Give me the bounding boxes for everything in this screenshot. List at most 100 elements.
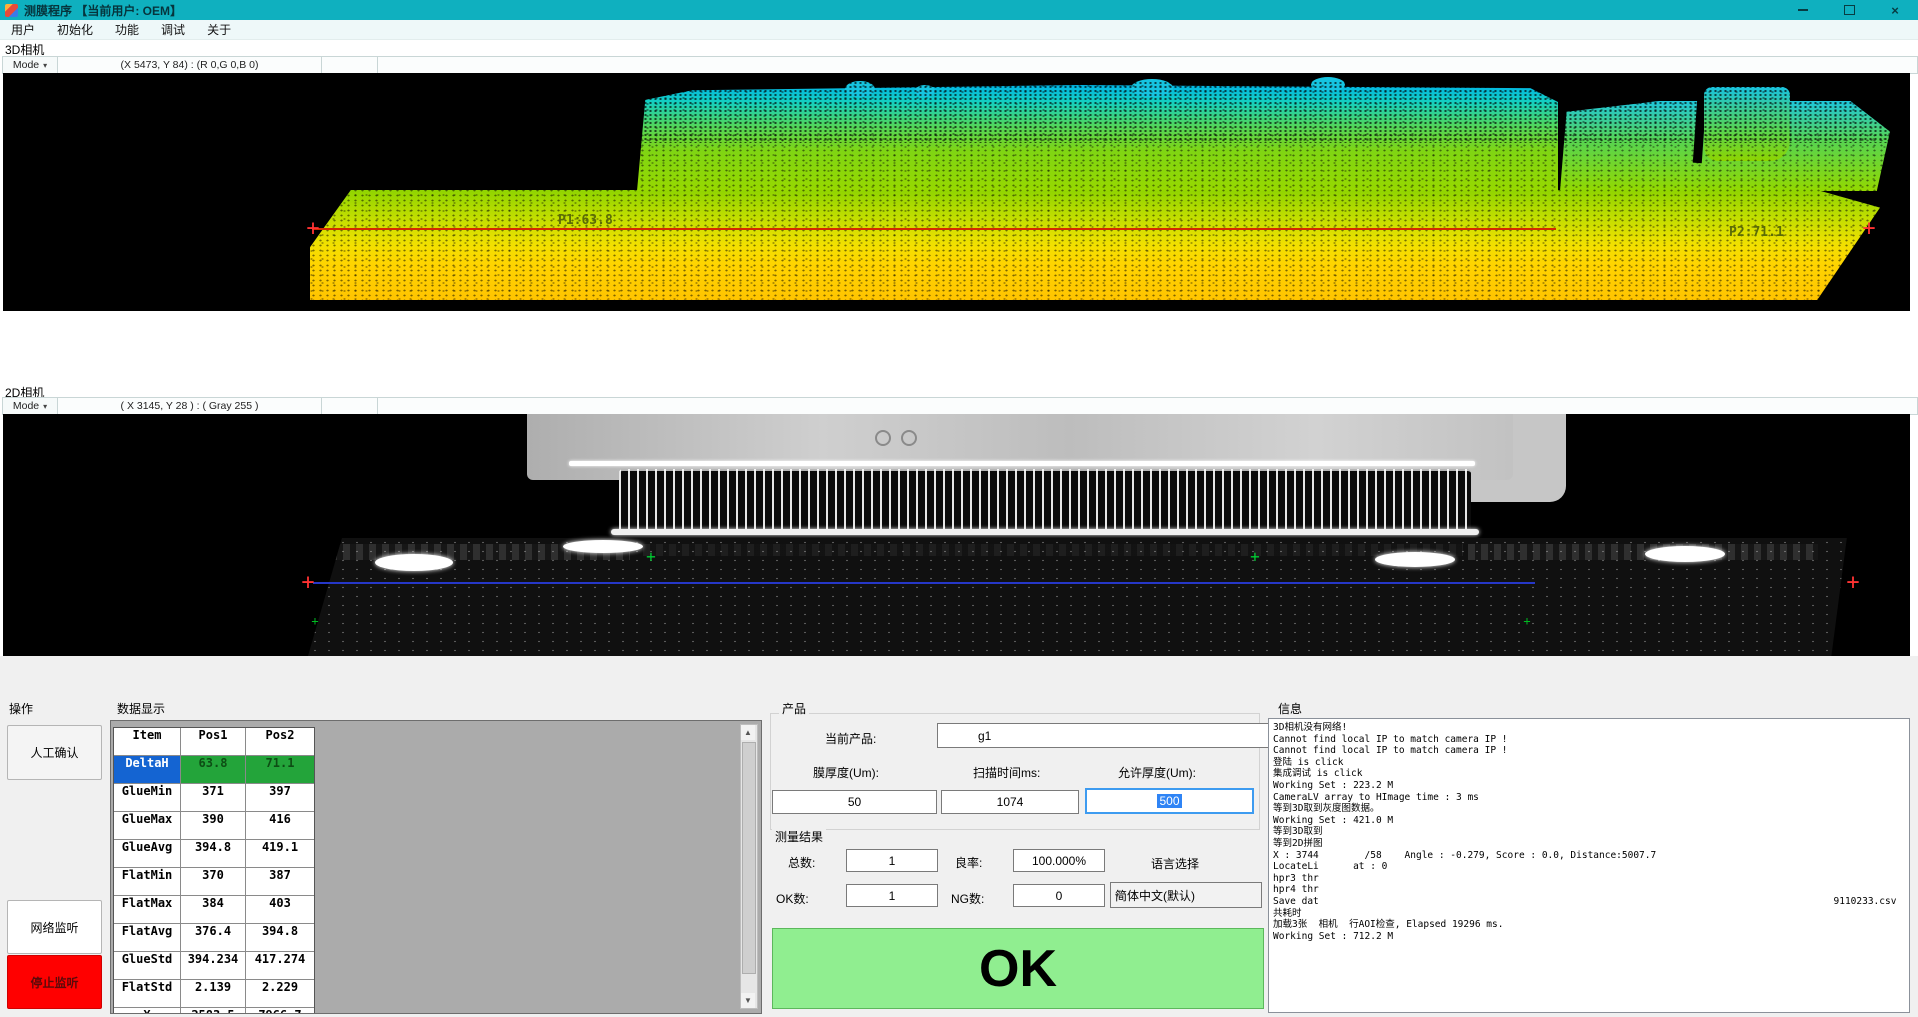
table-cell[interactable]: 403 xyxy=(246,896,314,923)
ng-count-field[interactable]: 0 xyxy=(1013,884,1105,907)
table-cell[interactable]: 370 xyxy=(181,868,245,895)
scan-time-field[interactable]: 1074 xyxy=(941,790,1079,814)
table-cell[interactable]: 371 xyxy=(181,784,245,811)
log-line: Cannot find local IP to match camera IP … xyxy=(1273,745,1905,757)
table-cell[interactable]: FlatAvg xyxy=(114,924,180,951)
camera3d-image-view[interactable]: + + P1:63.8 P2:71.1 xyxy=(3,73,1910,311)
log-line: CameraLV array to HImage time : 3 ms xyxy=(1273,792,1905,804)
table-cell[interactable]: FlatStd xyxy=(114,980,180,1007)
pcb-fiducial xyxy=(901,430,917,446)
log-line: hpr4 thr xyxy=(1273,884,1905,896)
total-field[interactable]: 1 xyxy=(846,849,938,872)
maximize-button[interactable] xyxy=(1826,0,1872,20)
table-cell[interactable]: 390 xyxy=(181,812,245,839)
scrollbar-thumb[interactable] xyxy=(742,742,756,974)
manual-confirm-label: 人工确认 xyxy=(30,744,78,761)
table-cell[interactable]: GlueMax xyxy=(114,812,180,839)
table-cell[interactable]: FlatMax xyxy=(114,896,180,923)
menu-item-user[interactable]: 用户 xyxy=(0,20,46,39)
table-cell[interactable]: 416 xyxy=(246,812,314,839)
table-cell[interactable]: 394.234 xyxy=(181,952,245,979)
camera2d-image-view[interactable]: + + + + + + xyxy=(3,414,1910,656)
measurement-line xyxy=(312,228,1556,230)
allowed-thickness-label: 允许厚度(Um): xyxy=(1118,764,1196,781)
glue-blob xyxy=(1645,546,1725,562)
table-cell[interactable]: FlatMin xyxy=(114,868,180,895)
table-cell[interactable]: X xyxy=(114,1008,180,1014)
bright-rail xyxy=(569,461,1475,466)
camera3d-status-rest xyxy=(378,57,1917,73)
yield-field[interactable]: 100.000% xyxy=(1013,849,1105,872)
camera3d-mode-dropdown[interactable]: Mode ▾ xyxy=(3,57,58,73)
window-title: 测膜程序 【当前用户: OEM】 xyxy=(24,2,182,19)
data-table: Item Pos1 Pos2 DeltaH 63.8 71.1 GlueMin … xyxy=(113,727,315,1014)
film-thickness-field[interactable]: 50 xyxy=(772,790,937,814)
menu-item-init[interactable]: 初始化 xyxy=(46,20,104,39)
info-log-area[interactable]: 3D相机没有网络! Cannot find local IP to match … xyxy=(1268,718,1910,1013)
window-titlebar: 测膜程序 【当前用户: OEM】 × xyxy=(0,0,1918,20)
table-cell[interactable]: 417.274 xyxy=(246,952,314,979)
log-line: Working Set : 421.0 M xyxy=(1273,815,1905,827)
menu-item-function[interactable]: 功能 xyxy=(104,20,150,39)
maximize-icon xyxy=(1844,5,1855,15)
scroll-down-icon[interactable]: ▼ xyxy=(741,993,755,1008)
log-line: X : 3744 /58 Angle : -0.279, Score : 0.0… xyxy=(1273,850,1905,862)
manual-confirm-button[interactable]: 人工确认 xyxy=(7,725,102,780)
result-status-text: OK xyxy=(979,939,1057,999)
camera2d-status-rest xyxy=(378,398,1917,414)
log-line: Save dat 9110233.csv xyxy=(1273,896,1905,908)
table-cell[interactable]: 419.1 xyxy=(246,840,314,867)
table-cell[interactable]: 397 xyxy=(246,784,314,811)
current-product-value: g1 xyxy=(978,729,991,743)
camera3d-pixel-status: (X 5473, Y 84) : (R 0,G 0,B 0) xyxy=(58,57,322,73)
table-cell[interactable]: 2583.5 xyxy=(181,1008,245,1014)
language-dropdown[interactable]: 简体中文(默认) ▾ xyxy=(1110,882,1262,908)
table-cell[interactable]: GlueAvg xyxy=(114,840,180,867)
noise-overlay xyxy=(308,538,1853,656)
table-cell[interactable]: GlueMin xyxy=(114,784,180,811)
ng-count-label: NG数: xyxy=(951,890,984,907)
operations-group-label: 操作 xyxy=(6,700,36,717)
table-header-pos1: Pos1 xyxy=(181,728,245,755)
table-cell[interactable]: 387 xyxy=(246,868,314,895)
menu-item-debug[interactable]: 调试 xyxy=(150,20,196,39)
camera2d-mode-label: Mode xyxy=(13,400,39,412)
table-scrollbar[interactable]: ▲ ▼ xyxy=(740,724,758,1009)
bottom-panel: 操作 人工确认 网络监听 停止监听 数据显示 Item Pos1 Pos2 De… xyxy=(0,656,1918,1017)
camera2d-mode-dropdown[interactable]: Mode ▾ xyxy=(3,398,58,414)
close-button[interactable]: × xyxy=(1872,0,1918,20)
base-slab xyxy=(308,538,1853,656)
menu-item-about[interactable]: 关于 xyxy=(196,20,242,39)
yield-value: 100.000% xyxy=(1032,854,1086,868)
log-line: hpr3 thr xyxy=(1273,873,1905,885)
yield-label: 良率: xyxy=(955,854,982,871)
current-product-field[interactable]: g1 xyxy=(937,723,1291,748)
results-group-label: 测量结果 xyxy=(772,828,826,845)
table-cell[interactable]: 2.229 xyxy=(246,980,314,1007)
table-cell[interactable]: 384 xyxy=(181,896,245,923)
window-controls: × xyxy=(1780,0,1918,20)
table-cell[interactable]: 2.139 xyxy=(181,980,245,1007)
heightmap-left-strip xyxy=(3,254,311,300)
table-cell[interactable]: 394.8 xyxy=(246,924,314,951)
table-cell[interactable]: 71.1 xyxy=(246,756,314,783)
table-cell[interactable]: GlueStd xyxy=(114,952,180,979)
table-cell[interactable]: DeltaH xyxy=(114,756,180,783)
ok-count-field[interactable]: 1 xyxy=(846,884,938,907)
table-cell[interactable]: 63.8 xyxy=(181,756,245,783)
log-line: 共耗时 xyxy=(1273,908,1905,920)
minimize-button[interactable] xyxy=(1780,0,1826,20)
network-listen-button[interactable]: 网络监听 xyxy=(7,900,102,954)
table-cell[interactable]: 394.8 xyxy=(181,840,245,867)
table-cell[interactable]: 7966.7 xyxy=(246,1008,314,1014)
table-cell[interactable]: 376.4 xyxy=(181,924,245,951)
scroll-up-icon[interactable]: ▲ xyxy=(741,725,755,740)
stop-listen-button[interactable]: 停止监听 xyxy=(7,955,102,1009)
data-display-group-label: 数据显示 xyxy=(114,700,168,717)
menubar: 用户 初始化 功能 调试 关于 xyxy=(0,20,1918,40)
allowed-thickness-field[interactable]: 500 xyxy=(1085,788,1254,814)
scan-time-value: 1074 xyxy=(997,795,1024,809)
scan-time-label: 扫描时间ms: xyxy=(973,764,1040,781)
p2-measurement-label: P2:71.1 xyxy=(1729,225,1784,240)
glue-blob xyxy=(1375,552,1455,567)
